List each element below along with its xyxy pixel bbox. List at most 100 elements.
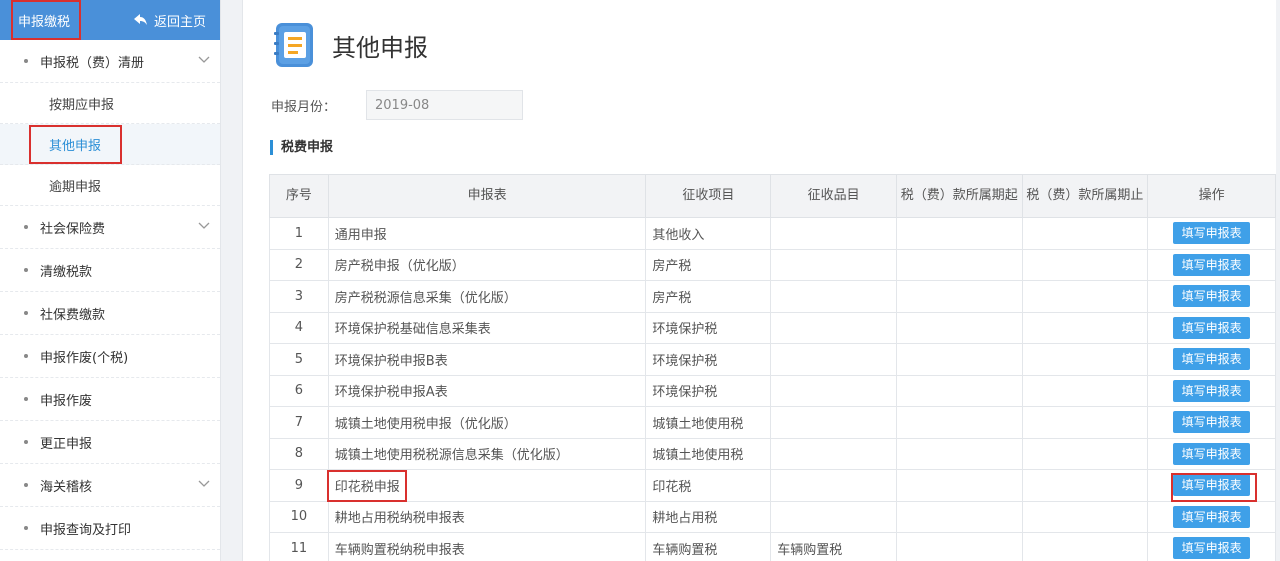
fill-form-button[interactable]: 填写申报表 [1173, 411, 1251, 434]
cell-item [770, 343, 898, 376]
cell-item [770, 248, 898, 281]
notebook-icon [274, 23, 313, 67]
cell-no: 5 [269, 343, 329, 376]
fill-form-button[interactable]: 填写申报表 [1173, 505, 1251, 528]
cell-project: 房产税 [645, 280, 772, 313]
cell-item: 车辆购置税 [770, 532, 898, 561]
fill-form-button[interactable]: 填写申报表 [1173, 253, 1251, 276]
cell-no: 2 [269, 248, 329, 281]
cell-period-end [1021, 343, 1149, 376]
cell-form: 房产税税源信息采集（优化版） [327, 280, 647, 313]
fill-form-button[interactable]: 填写申报表 [1173, 379, 1251, 402]
cell-action: 填写申报表 [1147, 374, 1276, 407]
cell-item [770, 406, 898, 439]
cell-form: 房产税申报（优化版） [327, 248, 647, 281]
cell-action: 填写申报表 [1147, 500, 1276, 533]
cell-action: 填写申报表 [1147, 437, 1276, 470]
cell-project: 房产税 [645, 248, 772, 281]
fill-form-button[interactable]: 填写申报表 [1173, 474, 1251, 497]
cell-project: 环境保护税 [645, 374, 772, 407]
cell-action: 填写申报表 [1147, 311, 1276, 344]
col-header-item: 征收品目 [770, 174, 898, 218]
page-header: 其他申报 [274, 20, 428, 70]
page-title: 其他申报 [332, 33, 428, 62]
menu-item-tax-list[interactable]: 申报税（费）清册 [0, 40, 220, 83]
cell-period-start [896, 532, 1023, 561]
month-label: 申报月份： [271, 99, 337, 115]
sidebar-title: 申报缴税 [18, 14, 71, 30]
menu-item-query-print[interactable]: 申报查询及打印 [0, 507, 220, 550]
sidebar: 申报缴税 返回主页 申报税（费）清册 按期应申报 其他申报 逾期申报 社会保险费… [0, 0, 221, 561]
table-row: 4 环境保护税基础信息采集表 环境保护税 填写申报表 [269, 311, 1276, 344]
menu-item-label: 更正申报 [40, 436, 93, 452]
cell-period-start [896, 280, 1023, 313]
cell-no: 1 [269, 217, 329, 250]
sub-item-overdue[interactable]: 逾期申报 [0, 165, 220, 206]
cell-period-start [896, 311, 1023, 344]
menu-item-social-insurance[interactable]: 社会保险费 [0, 206, 220, 249]
menu-item-correction[interactable]: 更正申报 [0, 421, 220, 464]
menu-item-label: 社会保险费 [40, 221, 106, 237]
cell-period-end [1021, 532, 1149, 561]
cell-item [770, 469, 898, 502]
cell-action: 填写申报表 [1147, 248, 1276, 281]
chevron-down-icon [198, 222, 210, 229]
bullet-icon [24, 354, 28, 358]
bullet-icon [24, 268, 28, 272]
bullet-icon [24, 397, 28, 401]
bullet-icon [24, 526, 28, 530]
cell-project: 耕地占用税 [645, 500, 772, 533]
table-row: 2 房产税申报（优化版） 房产税 填写申报表 [269, 248, 1276, 281]
cell-period-start [896, 469, 1023, 502]
cell-period-start [896, 343, 1023, 376]
cell-project: 城镇土地使用税 [645, 406, 772, 439]
cell-period-start [896, 217, 1023, 250]
menu-item-social-payment[interactable]: 社保费缴款 [0, 292, 220, 335]
menu-item-label: 申报作废(个税) [40, 350, 129, 366]
menu-item-label: 清缴税款 [40, 264, 93, 280]
cell-item [770, 500, 898, 533]
sub-item-other[interactable]: 其他申报 [0, 124, 220, 165]
cell-form: 城镇土地使用税申报（优化版） [327, 406, 647, 439]
menu-item-customs-audit[interactable]: 海关稽核 [0, 464, 220, 507]
cell-no: 11 [269, 532, 329, 561]
table-row: 5 环境保护税申报B表 环境保护税 填写申报表 [269, 343, 1276, 376]
fill-form-button[interactable]: 填写申报表 [1173, 537, 1251, 560]
menu-item-clear-tax[interactable]: 清缴税款 [0, 249, 220, 292]
cell-period-end [1021, 280, 1149, 313]
cell-no: 8 [269, 437, 329, 470]
col-header-no: 序号 [269, 174, 329, 218]
cell-item [770, 311, 898, 344]
col-header-period-start: 税（费）款所属期起 [896, 174, 1023, 218]
menu-item-label: 海关稽核 [40, 479, 93, 495]
cell-no: 10 [269, 500, 329, 533]
fill-form-button[interactable]: 填写申报表 [1173, 442, 1251, 465]
cell-form: 印花税申报 [327, 469, 647, 502]
bullet-icon [24, 59, 28, 63]
fill-form-button[interactable]: 填写申报表 [1173, 222, 1251, 245]
back-home-link[interactable]: 返回主页 [133, 11, 206, 30]
sub-item-periodic[interactable]: 按期应申报 [0, 83, 220, 124]
cell-action: 填写申报表 [1147, 280, 1276, 313]
cell-form: 环境保护税申报B表 [327, 343, 647, 376]
cell-item [770, 437, 898, 470]
bullet-icon [24, 483, 28, 487]
cell-project: 环境保护税 [645, 311, 772, 344]
menu-item-label: 申报查询及打印 [40, 522, 132, 538]
cell-period-end [1021, 374, 1149, 407]
table-row: 3 房产税税源信息采集（优化版） 房产税 填写申报表 [269, 280, 1276, 313]
cell-period-end [1021, 248, 1149, 281]
app-window: 申报缴税 返回主页 申报税（费）清册 按期应申报 其他申报 逾期申报 社会保险费… [0, 0, 1280, 561]
cell-project: 其他收入 [645, 217, 772, 250]
fill-form-button[interactable]: 填写申报表 [1173, 316, 1251, 339]
cell-action: 填写申报表 [1147, 406, 1276, 439]
menu-item-void[interactable]: 申报作废 [0, 378, 220, 421]
col-header-form: 申报表 [327, 174, 647, 218]
cell-period-start [896, 437, 1023, 470]
back-arrow-icon [133, 14, 147, 25]
fill-form-button[interactable]: 填写申报表 [1173, 285, 1251, 308]
cell-form: 通用申报 [327, 217, 647, 250]
month-input[interactable]: 2019-08 [366, 90, 523, 120]
menu-item-void-personal[interactable]: 申报作废(个税) [0, 335, 220, 378]
fill-form-button[interactable]: 填写申报表 [1173, 348, 1251, 371]
